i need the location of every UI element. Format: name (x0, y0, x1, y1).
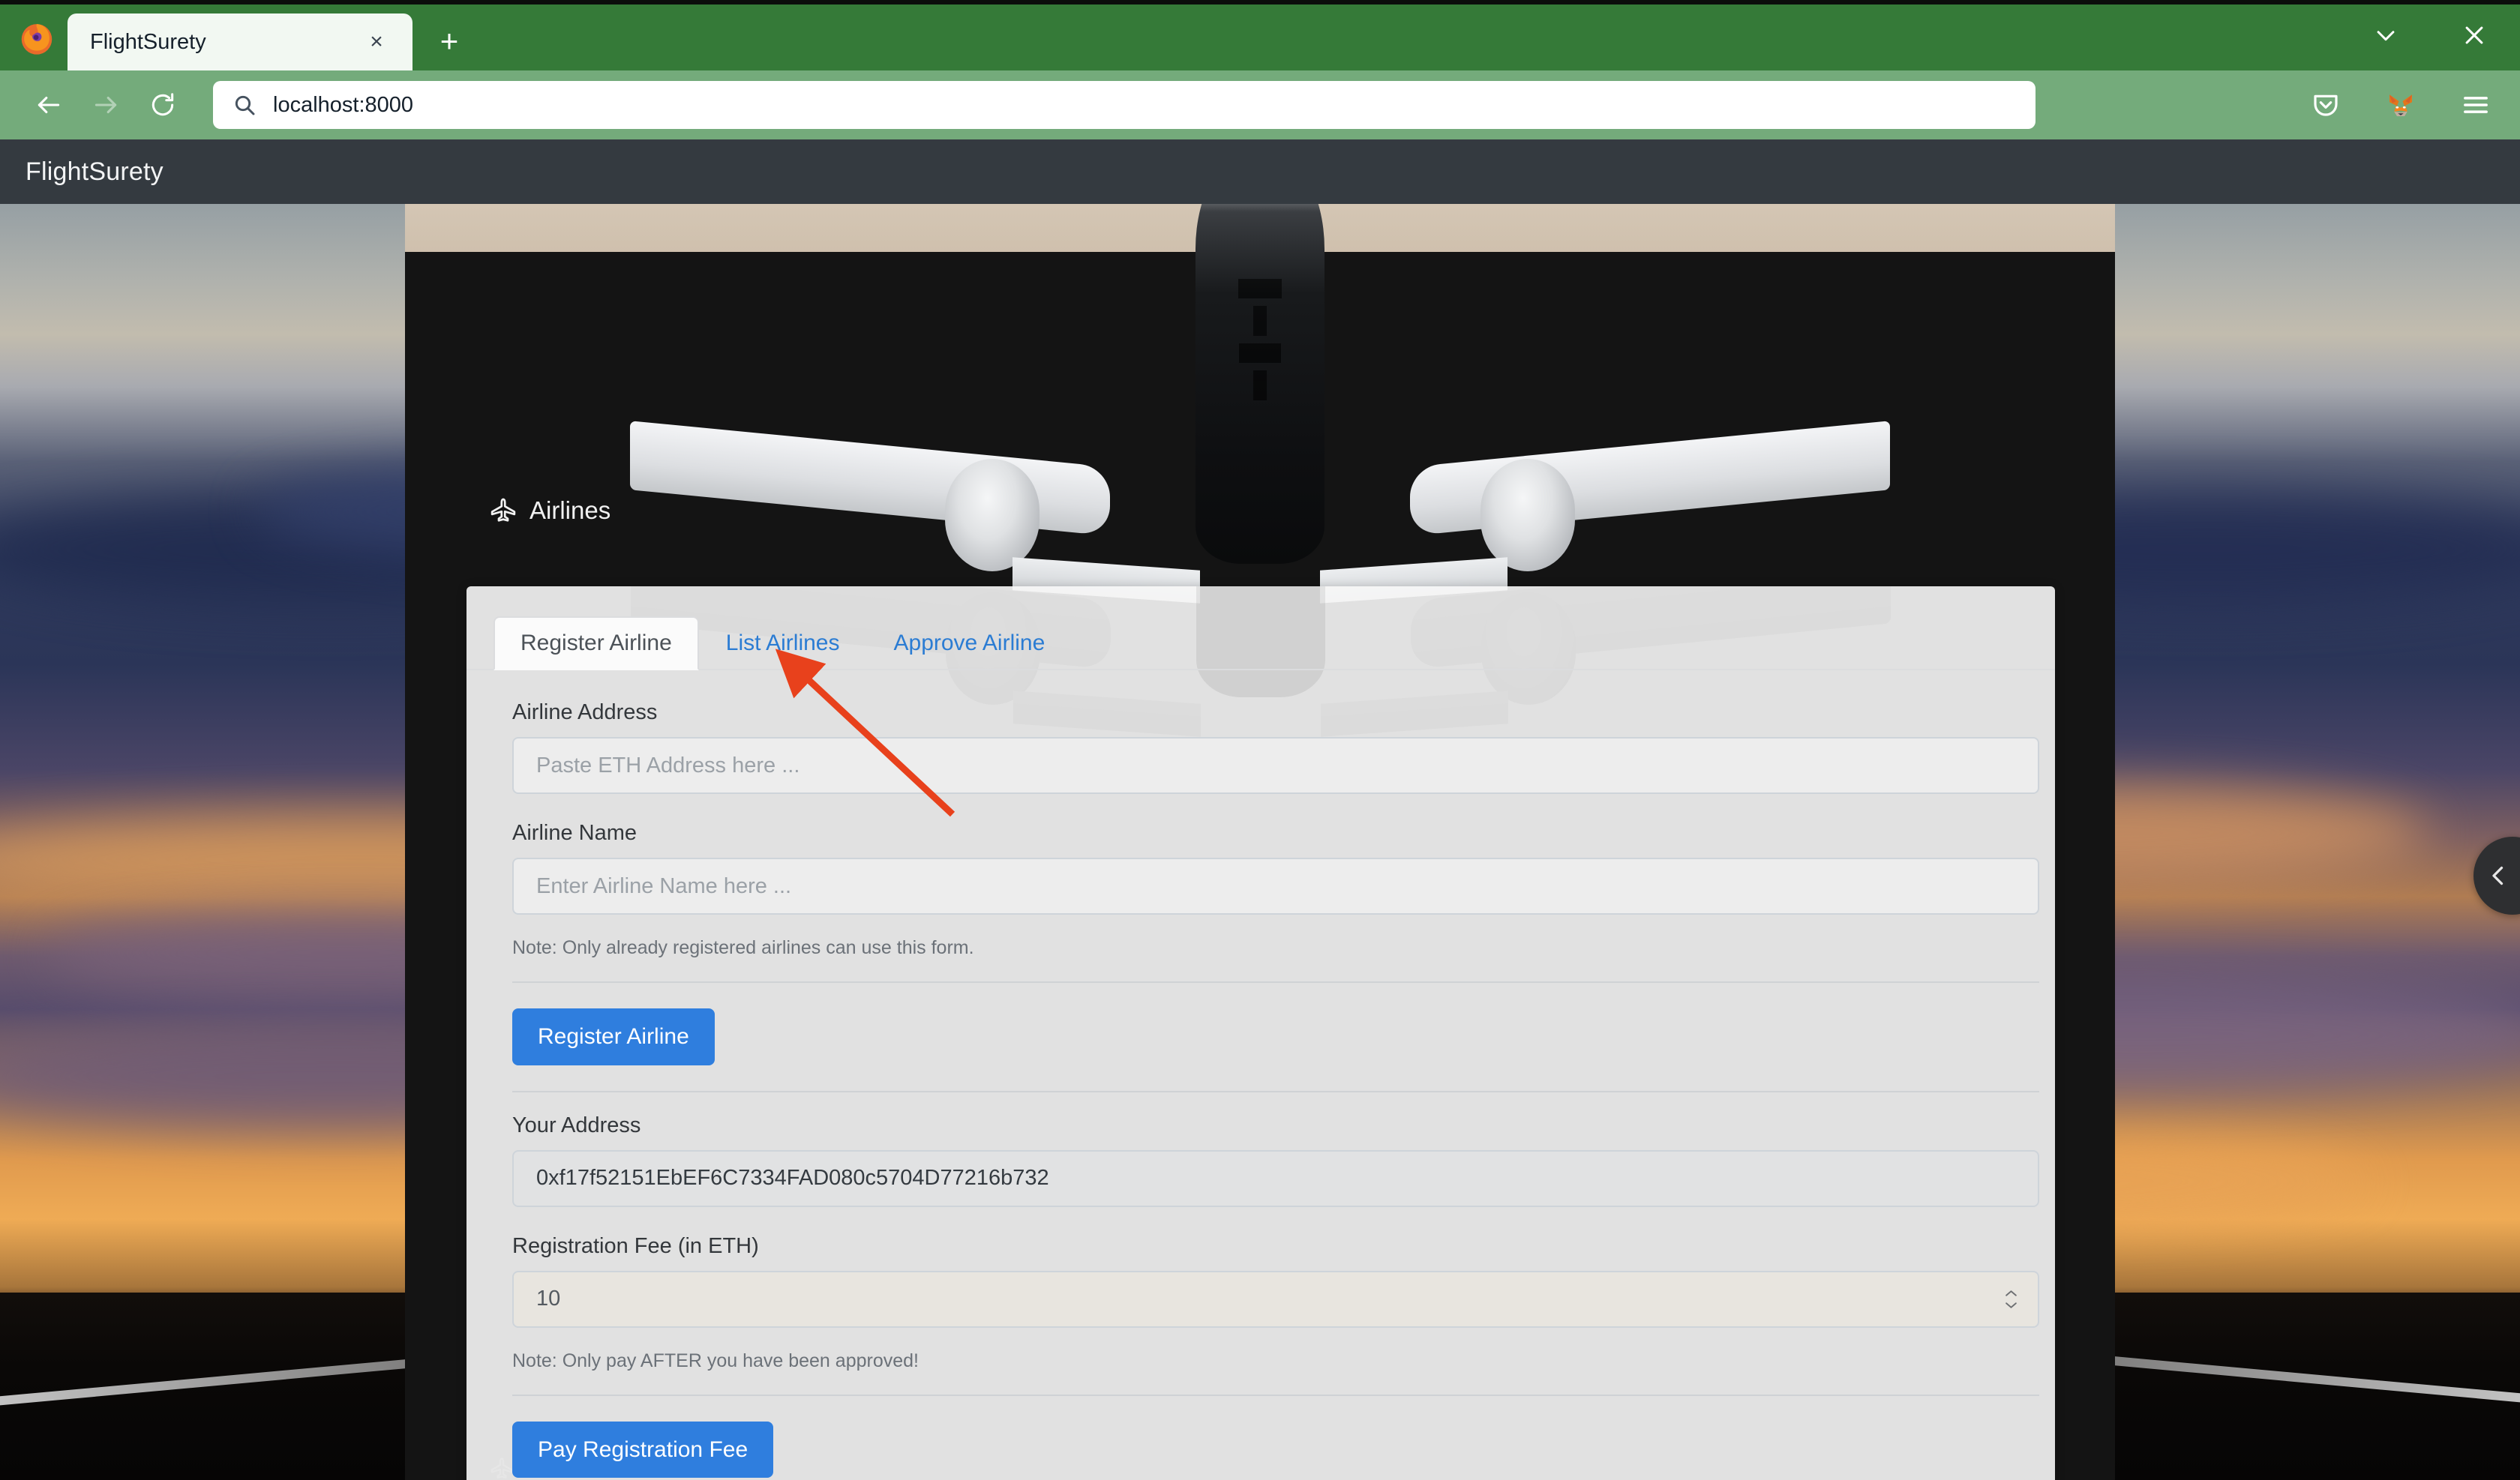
app-menu-icon[interactable] (2454, 83, 2498, 127)
airlines-card: Register Airline List Airlines Approve A… (466, 586, 2055, 1480)
window-controls (2362, 0, 2520, 70)
pay-note: Note: Only pay AFTER you have been appro… (512, 1350, 2022, 1372)
tab-approve-airline[interactable]: Approve Airline (867, 616, 1072, 671)
divider-top (512, 981, 2039, 983)
tab-list-airlines[interactable]: List Airlines (699, 616, 867, 671)
tab-close-icon[interactable]: × (360, 25, 393, 58)
reload-icon[interactable] (136, 79, 189, 131)
registration-fee-input[interactable]: 10 (512, 1271, 2039, 1328)
chevron-left-icon (2485, 862, 2512, 889)
divider-middle (512, 1091, 2039, 1092)
tab-register-airline[interactable]: Register Airline (494, 616, 699, 671)
url-text: localhost:8000 (273, 93, 413, 118)
pocket-icon[interactable] (2304, 83, 2348, 127)
your-address-input[interactable]: 0xf17f52151EbEF6C7334FAD080c5704D77216b7… (512, 1150, 2039, 1207)
airline-address-input[interactable]: Paste ETH Address here ... (512, 737, 2039, 794)
web-page-viewport: FlightSurety (0, 139, 2520, 1480)
registration-fee-value: 10 (536, 1287, 560, 1311)
list-all-tabs-icon[interactable] (2362, 12, 2409, 58)
firefox-logo-icon (16, 16, 57, 57)
tab-title: FlightSurety (90, 30, 360, 55)
url-bar[interactable]: localhost:8000 (213, 81, 2036, 129)
section-title: Airlines (530, 496, 610, 525)
back-icon[interactable] (22, 79, 75, 131)
navbar-right-icons (2304, 83, 2498, 127)
airline-address-label: Airline Address (512, 700, 2022, 725)
window-close-icon[interactable] (2451, 12, 2498, 58)
airline-name-label: Airline Name (512, 821, 2022, 846)
new-tab-button[interactable]: + (424, 16, 474, 66)
pay-registration-fee-button[interactable]: Pay Registration Fee (512, 1422, 773, 1479)
metamask-icon[interactable] (2379, 83, 2422, 127)
app-navbar: FlightSurety (0, 139, 2520, 204)
chevron-up-icon[interactable] (2004, 1289, 2018, 1297)
section-heading: Airlines (489, 496, 610, 525)
registration-fee-label: Registration Fee (in ETH) (512, 1234, 2022, 1259)
browser-navigation-bar: localhost:8000 (0, 70, 2520, 139)
app-brand[interactable]: FlightSurety (26, 157, 164, 187)
airline-name-input[interactable]: Enter Airline Name here ... (512, 858, 2039, 915)
register-note: Note: Only already registered airlines c… (512, 937, 2022, 959)
search-icon (232, 93, 256, 117)
forward-icon[interactable] (80, 79, 132, 131)
browser-tab[interactable]: FlightSurety × (68, 13, 412, 70)
browser-window: FlightSurety × + localhost:8000 (0, 0, 2520, 1480)
register-airline-button[interactable]: Register Airline (512, 1008, 715, 1065)
divider-bottom (512, 1395, 2039, 1396)
register-airline-form: Airline Address Paste ETH Address here .… (466, 670, 2055, 1478)
your-address-label: Your Address (512, 1113, 2022, 1138)
card-tab-list: Register Airline List Airlines Approve A… (466, 586, 2055, 670)
chevron-down-icon[interactable] (2004, 1301, 2018, 1309)
number-stepper[interactable] (2004, 1289, 2018, 1309)
airplane-icon (489, 496, 518, 525)
browser-tab-strip: FlightSurety × + (0, 0, 2520, 70)
